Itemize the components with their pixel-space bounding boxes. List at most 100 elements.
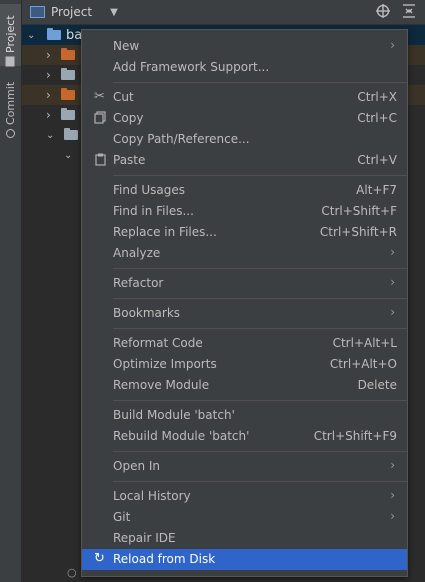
chevron-down-icon[interactable]: ⌄ [46,130,54,141]
menu-item-shortcut: Ctrl+Shift+R [319,225,397,239]
menu-item-refactor[interactable]: Refactor › [82,273,407,294]
commit-icon [6,129,15,138]
tree-root-label: ba [66,27,83,43]
crosshair-icon[interactable] [375,3,391,19]
tab-project[interactable]: Project [0,4,21,67]
tool-window-strip: Project Commit [0,0,22,582]
menu-item-label: Remove Module [113,378,210,392]
menu-item-shortcut: Ctrl+Alt+L [332,336,397,350]
menu-separator [113,298,407,299]
menu-item-label: Copy Path/Reference... [113,132,250,146]
chevron-right-icon: › [390,488,395,502]
scissors-icon: ✂ [94,89,105,104]
menu-item-remove-module[interactable]: Remove Module Delete [82,375,407,396]
menu-item-label: Copy [113,111,144,125]
folder-icon [60,88,75,100]
copy-icon [94,111,108,125]
menu-item-cut[interactable]: ✂ Cut Ctrl+X [82,87,407,108]
chevron-right-icon[interactable]: › [46,68,51,82]
folder-icon [6,56,15,67]
context-menu: New › Add Framework Support... ✂ Cut Ctr… [81,29,408,577]
folder-icon [64,128,79,140]
project-view-title: Project [51,5,93,19]
chevron-right-icon: › [390,305,395,319]
menu-item-label: Reformat Code [113,336,203,350]
menu-item-open-in[interactable]: Open In › [82,456,407,477]
menu-item-shortcut: Ctrl+V [357,153,397,167]
menu-item-label: Bookmarks [113,306,181,320]
menu-item-build-module[interactable]: Build Module 'batch' [82,405,407,426]
project-toolbar: Project ▼ [22,0,425,25]
menu-separator [113,268,407,269]
menu-item-find-usages[interactable]: Find Usages Alt+F7 [82,180,407,201]
menu-item-shortcut: Alt+F7 [356,183,397,197]
menu-item-shortcut: Delete [357,378,397,392]
menu-separator [113,82,407,83]
menu-item-find-in-files[interactable]: Find in Files... Ctrl+Shift+F [82,201,407,222]
menu-item-git[interactable]: Git › [82,507,407,528]
menu-item-label: Rebuild Module 'batch' [113,429,250,443]
menu-item-label: Optimize Imports [113,357,217,371]
menu-item-label: Find Usages [113,183,186,197]
menu-item-analyze[interactable]: Analyze › [82,243,407,264]
menu-item-label: Cut [113,90,134,104]
folder-icon [60,108,75,120]
menu-item-shortcut: Ctrl+Shift+F [321,204,397,218]
menu-item-label: Paste [113,153,146,167]
menu-item-label: Open In [113,459,161,473]
menu-item-label: Analyze [113,246,161,260]
folder-icon [60,48,75,60]
project-window-icon [30,6,45,18]
menu-item-label: Build Module 'batch' [113,408,235,422]
menu-separator [113,328,407,329]
menu-item-label: Repair IDE [113,531,176,545]
collapse-all-icon[interactable] [401,3,417,19]
menu-item-local-history[interactable]: Local History › [82,486,407,507]
menu-separator [113,451,407,452]
menu-item-label: Reload from Disk [113,552,216,566]
chevron-right-icon: › [390,245,395,259]
chevron-down-icon[interactable]: ⌄ [27,30,39,41]
clipboard-icon [94,153,108,167]
menu-item-label: Find in Files... [113,204,194,218]
chevron-right-icon: › [390,38,395,52]
menu-item-copy[interactable]: Copy Ctrl+C [82,108,407,129]
menu-item-repair-ide[interactable]: Repair IDE [82,528,407,549]
tab-commit[interactable]: Commit [0,76,21,138]
tab-project-label: Project [4,15,17,53]
menu-item-label: New [113,39,140,53]
menu-item-label: Local History [113,489,191,503]
chevron-right-icon[interactable]: › [46,108,51,122]
menu-item-label: Refactor [113,276,164,290]
menu-item-label: Add Framework Support... [113,60,270,74]
menu-item-paste[interactable]: Paste Ctrl+V [82,150,407,171]
chevron-right-icon[interactable]: › [46,48,51,62]
menu-separator [113,400,407,401]
menu-item-optimize-imports[interactable]: Optimize Imports Ctrl+Alt+O [82,354,407,375]
menu-item-shortcut: Ctrl+X [357,90,397,104]
menu-item-label: Git [113,510,131,524]
menu-separator [113,175,407,176]
reload-icon: ↻ [94,551,105,566]
menu-item-reload-from-disk[interactable]: ↻ Reload from Disk [82,549,407,570]
status-icon: ○ [67,566,77,579]
menu-item-shortcut: Ctrl+C [357,111,397,125]
menu-item-replace-in-files[interactable]: Replace in Files... Ctrl+Shift+R [82,222,407,243]
chevron-right-icon[interactable]: › [46,88,51,102]
chevron-right-icon: › [390,458,395,472]
menu-item-reformat-code[interactable]: Reformat Code Ctrl+Alt+L [82,333,407,354]
tab-commit-label: Commit [4,81,17,125]
menu-item-label: Replace in Files... [113,225,217,239]
chevron-right-icon: › [390,275,395,289]
menu-item-bookmarks[interactable]: Bookmarks › [82,303,407,324]
chevron-right-icon: › [390,509,395,523]
project-view-selector[interactable]: Project ▼ [30,5,118,19]
menu-separator [113,481,407,482]
menu-item-add-framework-support[interactable]: Add Framework Support... [82,57,407,78]
menu-item-rebuild-module[interactable]: Rebuild Module 'batch' Ctrl+Shift+F9 [82,426,407,447]
menu-item-new[interactable]: New › [82,36,407,57]
chevron-down-icon[interactable]: ⌄ [64,150,72,161]
chevron-down-icon[interactable]: ▼ [110,7,118,18]
menu-item-copy-path-reference[interactable]: Copy Path/Reference... [82,129,407,150]
menu-item-shortcut: Ctrl+Shift+F9 [313,429,397,443]
